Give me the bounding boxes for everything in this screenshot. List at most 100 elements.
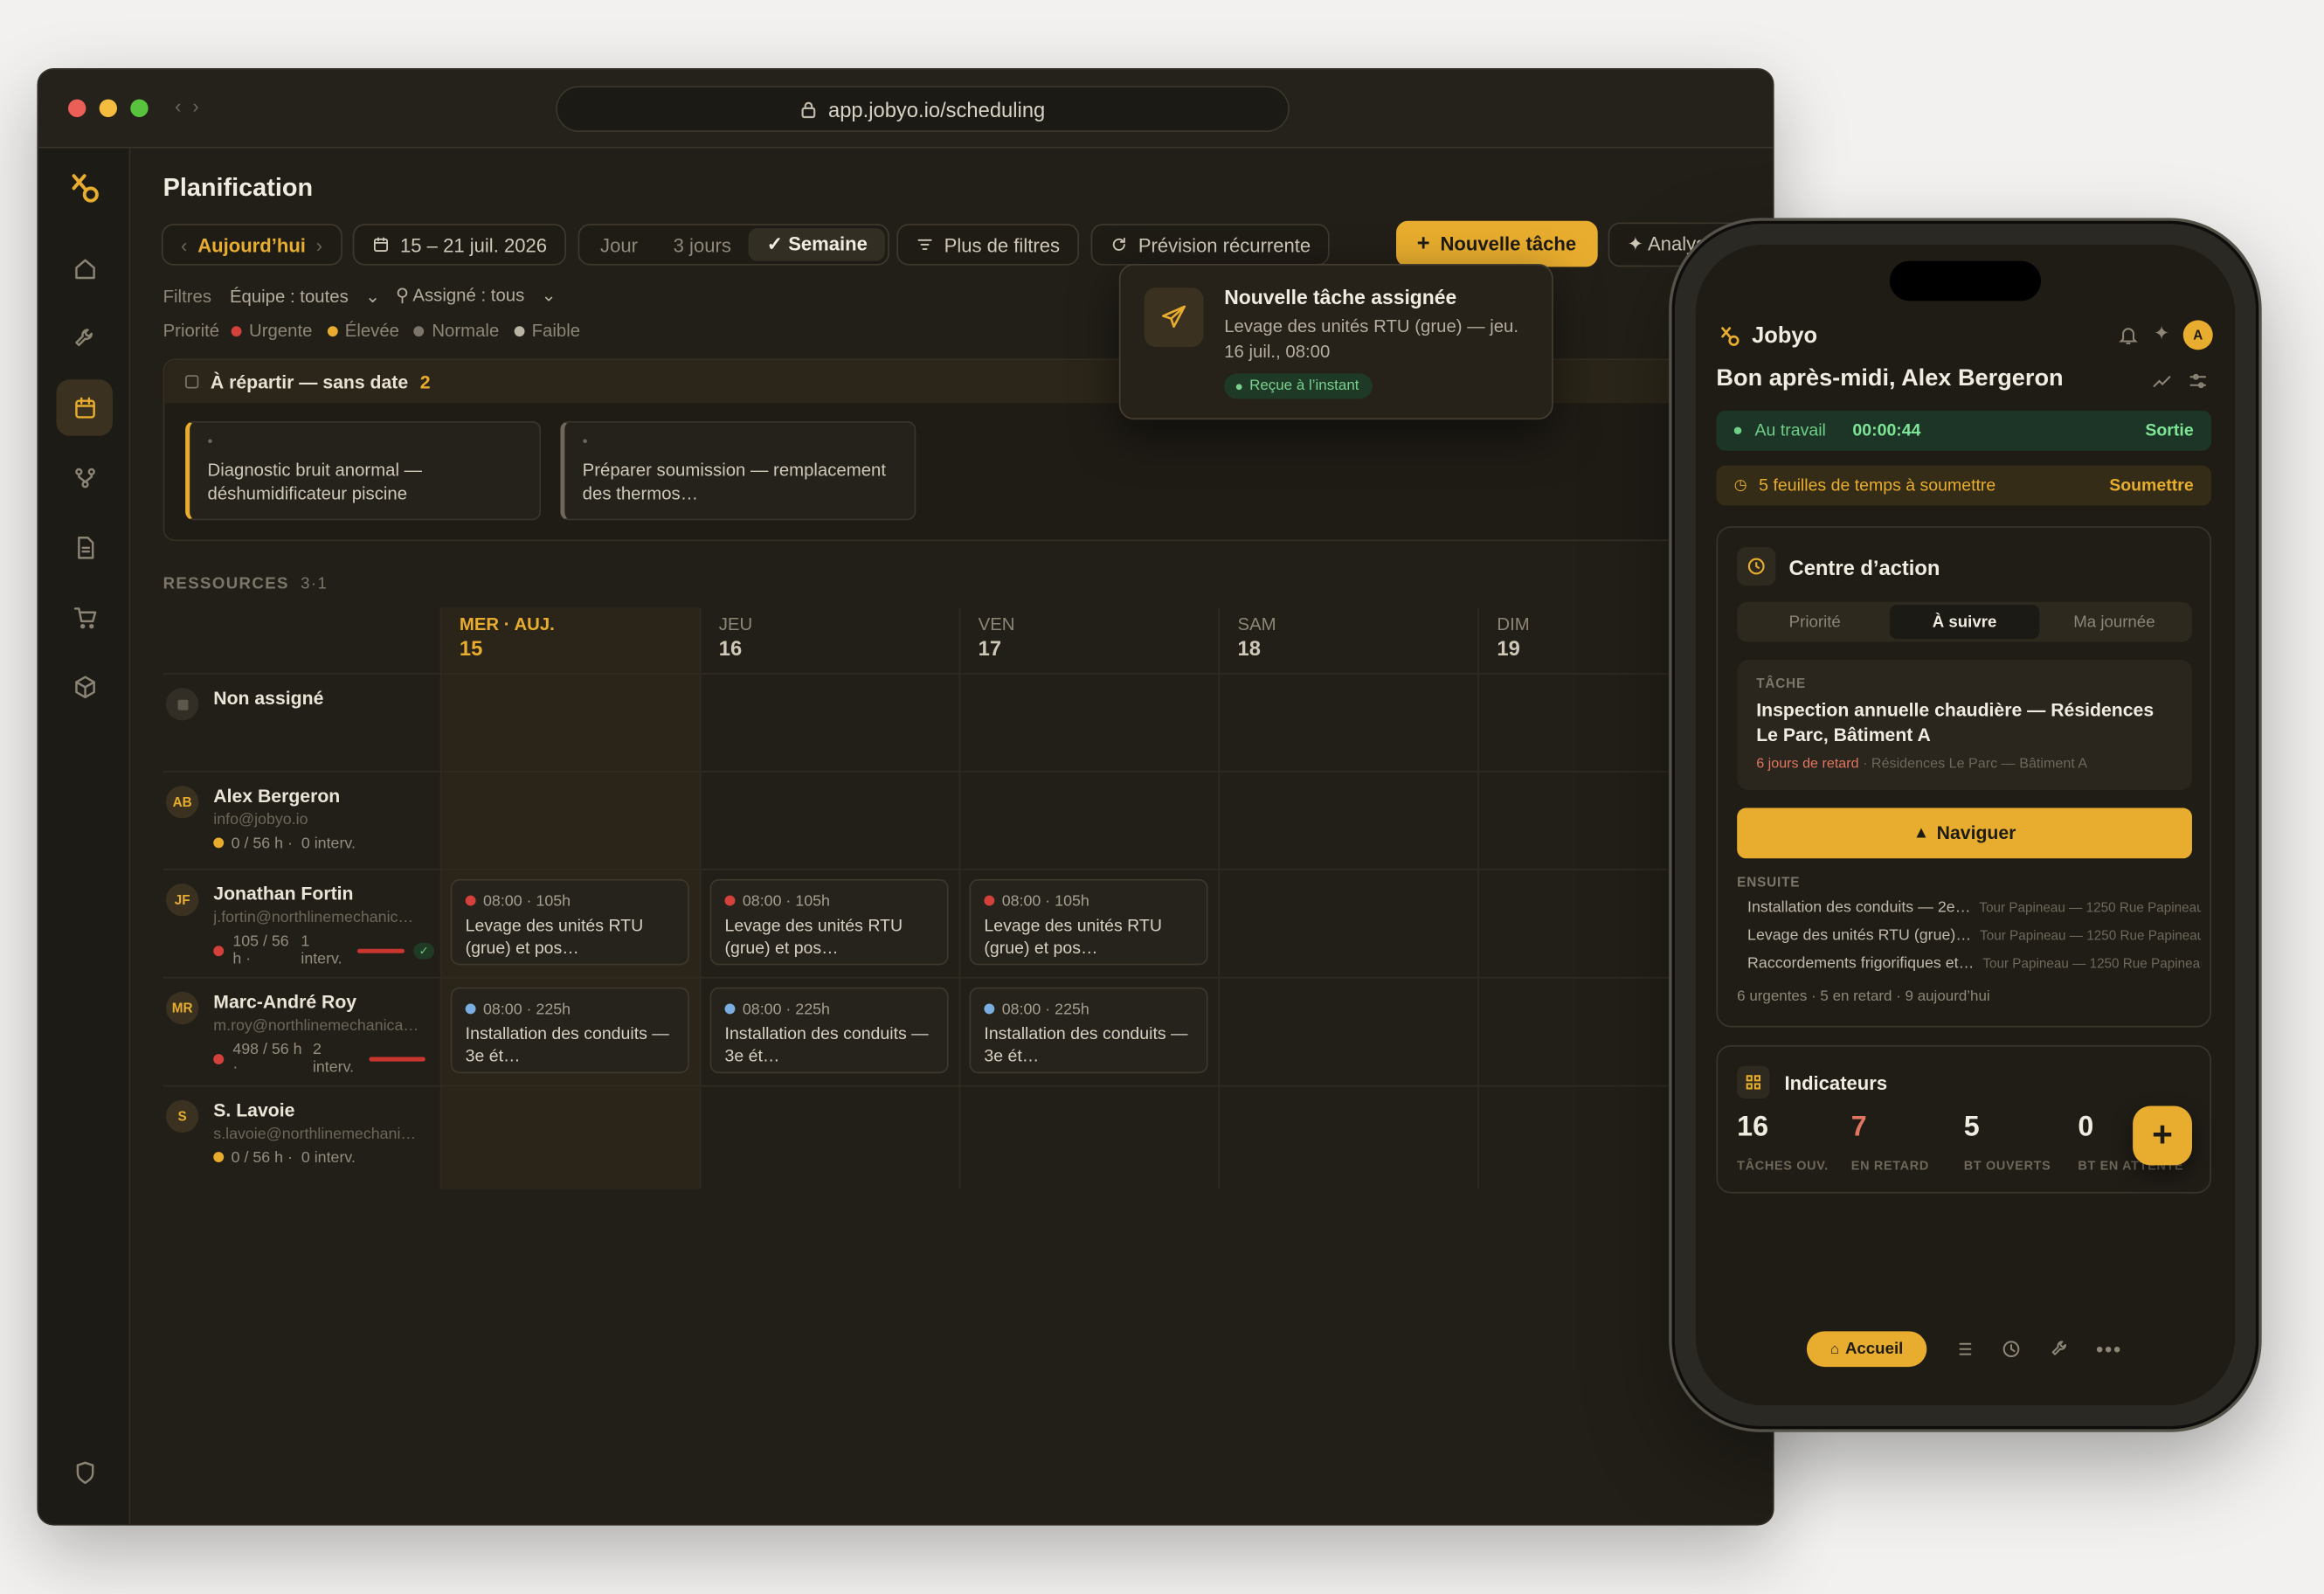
event-card[interactable]: 08:00 · 225h Installation des conduits — … <box>450 987 689 1074</box>
list-item[interactable]: Levage des unités RTU (grue)… Tour Papin… <box>1747 926 2201 944</box>
send-icon <box>1144 288 1204 347</box>
next-week-icon[interactable]: › <box>316 233 322 255</box>
square-icon <box>185 375 199 389</box>
sparkle-icon[interactable]: ✦ <box>2154 322 2170 345</box>
refresh-icon <box>1112 237 1125 251</box>
maximize-window-button[interactable] <box>130 99 149 118</box>
capacity-bar <box>369 1056 425 1061</box>
event-card[interactable]: 08:00 · 225h Installation des conduits — … <box>969 987 1208 1074</box>
wrench-icon[interactable] <box>2045 1331 2075 1367</box>
avatar <box>165 688 199 721</box>
task-title: Inspection annuelle chaudière — Résidenc… <box>1756 699 2155 746</box>
calendar-icon <box>373 237 389 252</box>
current-task-card[interactable]: TÂCHE Inspection annuelle chaudière — Ré… <box>1737 659 2192 791</box>
today-button[interactable]: ‹ Aujourd’hui › <box>161 224 342 266</box>
phone-mockup: Jobyo ✦ A Bon après-midi, Alex Bergeron … <box>1674 224 2256 1426</box>
new-task-button[interactable]: + Nouvelle tâche <box>1396 220 1597 267</box>
trend-icon[interactable] <box>2152 371 2173 398</box>
chevron-down-icon: ⌄ <box>365 286 381 308</box>
tab-priority[interactable]: Priorité <box>1740 605 1890 639</box>
day-column[interactable]: DIM 19 <box>1477 607 1690 1189</box>
wrench-icon[interactable] <box>56 310 112 366</box>
event-card[interactable]: 08:00 · 105h Levage des unités RTU (grue)… <box>450 878 689 966</box>
list-item[interactable]: Installation des conduits — 2e… Tour Pap… <box>1747 898 2201 916</box>
view-day-tab[interactable]: Jour <box>583 228 656 260</box>
priority-high[interactable]: Élevée <box>327 320 399 341</box>
priority-urgent[interactable]: Urgente <box>231 320 312 341</box>
notification-toast[interactable]: Nouvelle tâche assignée Levage des unité… <box>1118 263 1553 420</box>
package-icon[interactable] <box>56 658 112 714</box>
list-icon[interactable] <box>1950 1331 1980 1367</box>
priority-normal[interactable]: Normale <box>413 320 499 341</box>
avatar: JF <box>165 884 199 917</box>
unscheduled-card[interactable]: • Préparer soumission — remplacement des… <box>560 420 916 521</box>
kpi-open-work-orders[interactable]: 5 BT OUVERTS <box>1964 1112 2051 1173</box>
sliders-icon[interactable] <box>2188 371 2209 398</box>
indicators-card: Indicateurs 16 TÂCHES OUV. 7 EN RETARD 5 BT… <box>1716 1044 2212 1194</box>
home-icon[interactable] <box>56 240 112 296</box>
document-icon[interactable] <box>56 519 112 575</box>
unscheduled-card[interactable]: • Diagnostic bruit anormal — déshumidifi… <box>185 420 542 521</box>
calendar-icon[interactable] <box>56 379 113 436</box>
home-icon: ⌂ <box>1829 1341 1840 1358</box>
workflow-icon[interactable] <box>56 449 112 505</box>
day-column[interactable]: SAM 18 <box>1218 607 1477 1189</box>
indicators-title: Indicateurs <box>1784 1071 1888 1094</box>
add-fab-button[interactable]: + <box>2133 1105 2192 1166</box>
toast-body: Levage des unités RTU (grue) — jeu. 16 j… <box>1224 315 1519 362</box>
prev-week-icon[interactable]: ‹ <box>181 233 187 255</box>
summary-text: 6 urgentes · 5 en retard · 9 aujourd’hui <box>1737 988 1990 1006</box>
assigned-filter-dropdown[interactable]: ⚲ Assigné : tous ⌄ <box>396 285 557 306</box>
work-status-bar[interactable]: Au travail 00:00:44 Sortie <box>1716 410 2212 451</box>
view-3days-tab[interactable]: 3 jours <box>655 228 749 260</box>
chevron-down-icon: ⌄ <box>541 284 557 306</box>
event-card[interactable]: 08:00 · 225h Installation des conduits — … <box>709 987 949 1074</box>
avatar: AB <box>165 786 199 819</box>
kpi-late[interactable]: 7 EN RETARD <box>1851 1112 1929 1173</box>
page-title: Planification <box>163 173 314 202</box>
bell-icon[interactable] <box>2118 325 2139 353</box>
phone-screen: Jobyo ✦ A Bon après-midi, Alex Bergeron … <box>1695 244 2236 1406</box>
clock-out-button[interactable]: Sortie <box>2145 422 2193 440</box>
tab-follow-up[interactable]: À suivre <box>1889 605 2040 640</box>
navigation-arrow-icon: ▲ <box>1912 824 1930 842</box>
filter-icon <box>917 239 932 250</box>
view-week-tab[interactable]: ✓ Semaine <box>749 228 886 261</box>
recurring-forecast-button[interactable]: Prévision récurrente <box>1090 224 1331 266</box>
list-item[interactable]: Raccordements frigorifiques et… Tour Pap… <box>1747 954 2201 972</box>
address-bar[interactable]: app.jobyo.io/scheduling <box>556 86 1290 132</box>
kpi-open-tasks[interactable]: 16 TÂCHES OUV. <box>1737 1112 1829 1173</box>
avatar: MR <box>165 991 199 1025</box>
more-filters-button[interactable]: Plus de filtres <box>896 224 1080 266</box>
submit-timesheets-button[interactable]: Soumettre <box>2109 476 2193 494</box>
resources-label: RESSOURCES 3·1 <box>163 575 329 593</box>
cart-icon[interactable] <box>56 588 112 644</box>
team-filter-dropdown[interactable]: Équipe : toutes ⌄ <box>230 286 380 307</box>
priority-low[interactable]: Faible <box>514 320 580 341</box>
more-icon[interactable]: ••• <box>2092 1331 2125 1367</box>
event-card[interactable]: 08:00 · 105h Levage des unités RTU (grue)… <box>969 878 1208 966</box>
event-card[interactable]: 08:00 · 105h Levage des unités RTU (grue)… <box>709 878 949 966</box>
tab-home[interactable]: ⌂ Accueil <box>1806 1331 1927 1368</box>
avatar[interactable]: A <box>2182 320 2213 350</box>
navigate-button[interactable]: ▲ Naviguer <box>1737 807 2192 859</box>
tab-my-day[interactable]: Ma journée <box>2039 605 2189 639</box>
work-timer: 00:00:44 <box>1852 421 1921 440</box>
timesheet-banner[interactable]: ◷ 5 feuilles de temps à soumettre Soumet… <box>1716 465 2212 506</box>
url-text: app.jobyo.io/scheduling <box>827 97 1046 121</box>
clock-icon[interactable] <box>1996 1331 2026 1367</box>
back-forward-icon[interactable]: ‹ › <box>175 95 202 117</box>
minimize-window-button[interactable] <box>99 99 118 118</box>
shield-icon[interactable] <box>56 1444 112 1500</box>
clock-icon <box>1737 546 1776 586</box>
sidebar <box>38 148 131 1524</box>
grid-icon <box>1737 1065 1770 1099</box>
filters-label: Filtres <box>163 286 212 308</box>
action-center-title: Centre d’action <box>1788 556 1940 580</box>
status-badge: Reçue à l’instant <box>1224 373 1373 399</box>
jobyo-logo-icon[interactable] <box>56 160 112 216</box>
capacity-bar <box>356 947 405 953</box>
close-window-button[interactable] <box>68 99 86 118</box>
priority-label: Priorité <box>163 320 220 342</box>
date-range-button[interactable]: 15 – 21 juil. 2026 <box>352 224 567 266</box>
